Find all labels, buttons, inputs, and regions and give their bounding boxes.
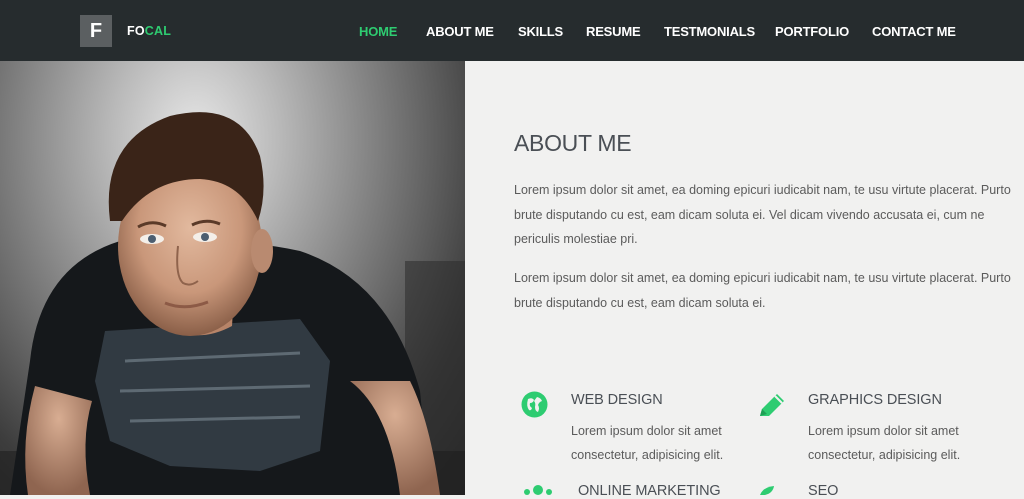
globe-icon	[521, 391, 548, 418]
pencil-icon	[760, 394, 784, 416]
brand-name-part2: CAL	[144, 24, 172, 38]
profile-photo-illustration	[0, 112, 465, 495]
nav-about-me[interactable]: ABOUT ME	[426, 24, 494, 39]
service-title-graphics-design: GRAPHICS DESIGN	[808, 392, 942, 408]
nav-testimonials[interactable]: TESTMONIALS	[664, 24, 755, 39]
brand-name-part1: FO	[127, 24, 145, 38]
brand-name[interactable]: FOCAL	[127, 24, 171, 38]
service-title-online-marketing: ONLINE MARKETING	[578, 483, 721, 499]
nav-skills[interactable]: SKILLS	[518, 24, 563, 39]
about-paragraph-1: Lorem ipsum dolor sit amet, ea doming ep…	[514, 183, 1011, 246]
service-title-seo: SEO	[808, 483, 839, 499]
service-title-web-design: WEB DESIGN	[571, 392, 663, 408]
share-icon	[524, 485, 552, 495]
logo-mark[interactable]: F	[80, 15, 112, 47]
about-paragraph-2: Lorem ipsum dolor sit amet, ea doming ep…	[514, 271, 1011, 310]
leaf-icon	[760, 486, 774, 495]
nav-portfolio[interactable]: PORTFOLIO	[775, 24, 849, 39]
service-desc-web-design: Lorem ipsum dolor sit amet consectetur, …	[571, 424, 724, 462]
profile-photo	[0, 61, 465, 495]
about-title: ABOUT ME	[514, 130, 632, 156]
service-desc-graphics-design: Lorem ipsum dolor sit amet consectetur, …	[808, 424, 961, 462]
nav-home[interactable]: HOME	[359, 24, 397, 39]
top-navbar: F FOCAL HOME ABOUT ME SKILLS RESUME TEST…	[0, 0, 1024, 61]
nav-resume[interactable]: RESUME	[586, 24, 641, 39]
nav-contact-me[interactable]: CONTACT ME	[872, 24, 956, 39]
